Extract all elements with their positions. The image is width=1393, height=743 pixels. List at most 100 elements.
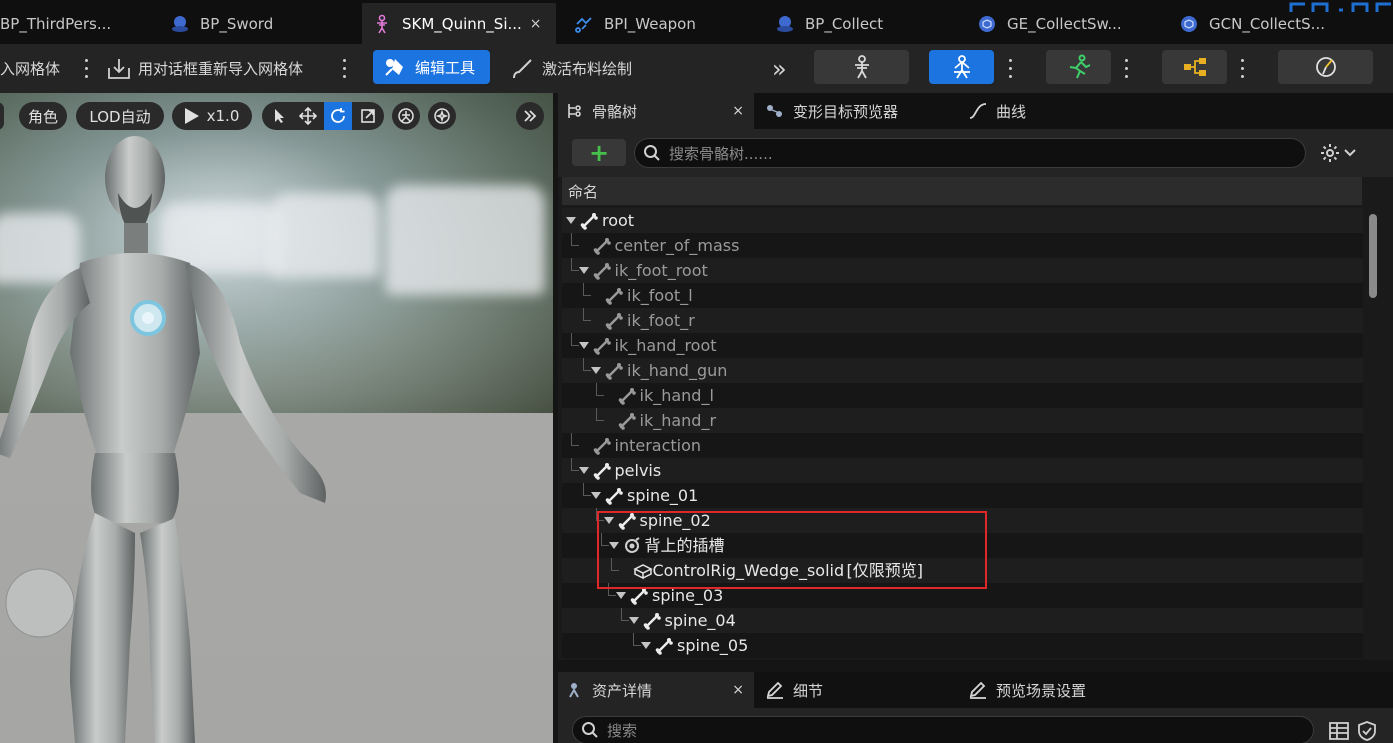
- tab-bpi-weapon[interactable]: BPI_Weapon: [564, 3, 764, 44]
- blueprint-mode-button[interactable]: [1162, 50, 1227, 84]
- tab-bp-collect[interactable]: BP_Collect: [765, 3, 965, 44]
- animation-mode-kebab-icon[interactable]: [1121, 56, 1131, 80]
- expand-arrow-icon[interactable]: [591, 492, 601, 499]
- table-row[interactable]: spine_01: [562, 483, 1363, 508]
- skeleton-panel-tabs: 骨骼树 × 变形目标预览器 曲线: [558, 93, 1393, 129]
- tab-morph-target-preview[interactable]: 变形目标预览器: [765, 93, 965, 129]
- physics-display-button[interactable]: [428, 102, 456, 130]
- tab-label: BP_ThirdPers...: [0, 14, 112, 33]
- animation-mode-button[interactable]: [1046, 50, 1111, 84]
- reimport-options-kebab-icon[interactable]: [339, 56, 349, 80]
- bone-name: spine_01: [627, 486, 699, 505]
- tree-scrollbar-thumb[interactable]: [1369, 214, 1377, 298]
- tab-asset-details-label: 资产详情: [592, 681, 653, 700]
- table-row[interactable]: root: [562, 208, 1363, 233]
- preview-viewport[interactable]: 角色 LOD自动 x1.0: [0, 93, 553, 743]
- skeleton-tree: root center_of_mass ik_foot_root ik_foot_l i…: [562, 208, 1363, 660]
- expand-arrow-icon[interactable]: [578, 342, 589, 349]
- bone-icon: [605, 362, 623, 380]
- table-row[interactable]: center_of_mass: [562, 233, 1363, 258]
- scale-tool-button[interactable]: [354, 102, 382, 130]
- edit-tools-button[interactable]: 编辑工具: [373, 50, 490, 84]
- table-row[interactable]: ik_hand_l: [562, 383, 1363, 408]
- tab-bp-sword[interactable]: BP_Sword: [160, 3, 356, 44]
- bone-name: pelvis: [614, 461, 662, 480]
- character-chip[interactable]: 角色: [19, 102, 67, 130]
- toolbar-overflow-button[interactable]: »: [772, 44, 787, 93]
- name-column-header[interactable]: 命名: [562, 177, 1362, 205]
- add-button[interactable]: +: [572, 139, 626, 166]
- mesh-mode-button[interactable]: [929, 50, 994, 84]
- expand-arrow-icon[interactable]: [641, 642, 651, 649]
- tab-details[interactable]: 细节: [765, 672, 965, 708]
- running-figure-icon: [1066, 54, 1092, 80]
- character-mannequin[interactable]: [0, 123, 400, 743]
- details-panel-tabs: 资产详情 × 细节 预览场景设置: [558, 672, 1393, 708]
- table-row[interactable]: pelvis: [562, 458, 1363, 483]
- rotate-tool-button[interactable]: [324, 102, 352, 130]
- table-view-icon[interactable]: [1328, 721, 1350, 741]
- bone-display-button[interactable]: [392, 102, 420, 130]
- table-row[interactable]: ik_foot_l: [562, 283, 1363, 308]
- viewport-expand-button[interactable]: [516, 102, 544, 130]
- blueprint-mode-kebab-icon[interactable]: [1237, 56, 1247, 80]
- tab-ge-collect[interactable]: GE_CollectSw...: [967, 3, 1165, 44]
- asset-toolbar: 入网格体 用对话框重新导入网格体 编辑工具 激活布料绘制 »: [0, 44, 1393, 93]
- table-row[interactable]: spine_05: [562, 633, 1363, 658]
- import-mesh-button[interactable]: 入网格体: [0, 44, 60, 93]
- skeleton-search-input[interactable]: 搜索骨骼树......: [634, 138, 1306, 168]
- tab-bp-thirdperson[interactable]: BP_ThirdPers...: [0, 3, 132, 44]
- background-car: [385, 185, 545, 295]
- expand-arrow-icon[interactable]: [616, 592, 626, 599]
- reimport-dialog-label: 用对话框重新导入网格体: [138, 60, 304, 78]
- bone-icon: [618, 412, 636, 430]
- filter-shield-icon[interactable]: [1356, 721, 1378, 741]
- asset-details-icon: [566, 681, 584, 699]
- viewport-options-button[interactable]: [0, 102, 4, 130]
- tab-skm-quinn[interactable]: SKM_Quinn_Si... ×: [362, 3, 556, 44]
- close-icon[interactable]: ×: [530, 16, 542, 32]
- lod-chip[interactable]: LOD自动: [76, 102, 164, 130]
- close-icon[interactable]: ×: [732, 103, 744, 119]
- skeleton-mode-button[interactable]: [814, 50, 909, 84]
- tab-label: GCN_CollectS...: [1209, 14, 1325, 33]
- table-row[interactable]: ik_hand_r: [562, 408, 1363, 433]
- bone-name: ik_hand_gun: [627, 361, 728, 380]
- bone-name: root: [602, 211, 635, 230]
- tab-skeleton-tree[interactable]: 骨骼树 ×: [558, 93, 754, 129]
- bone-icon: [593, 237, 611, 255]
- morph-target-icon: [765, 103, 785, 119]
- tab-preview-scene-settings[interactable]: 预览场景设置: [968, 672, 1168, 708]
- expand-arrow-icon[interactable]: [591, 367, 601, 374]
- expand-arrow-icon[interactable]: [578, 267, 589, 274]
- table-row[interactable]: ik_hand_root: [562, 333, 1363, 358]
- table-row[interactable]: ik_foot_r: [562, 308, 1363, 333]
- table-row[interactable]: ik_foot_root: [562, 258, 1363, 283]
- expand-arrow-icon[interactable]: [628, 617, 639, 624]
- tab-asset-details[interactable]: 资产详情 ×: [558, 672, 754, 708]
- import-options-kebab-icon[interactable]: [81, 56, 91, 80]
- tab-skeleton-tree-label: 骨骼树: [592, 102, 638, 121]
- reimport-dialog-button[interactable]: 用对话框重新导入网格体: [106, 44, 303, 93]
- table-row[interactable]: spine_04: [562, 608, 1363, 633]
- table-row[interactable]: ik_hand_gun: [562, 358, 1363, 383]
- play-speed-chip[interactable]: x1.0: [172, 102, 252, 130]
- activate-cloth-paint-button[interactable]: 激活布料绘制: [510, 44, 632, 93]
- tab-curves[interactable]: 曲线: [968, 93, 1088, 129]
- select-tool-button[interactable]: [265, 102, 293, 130]
- expand-arrow-icon[interactable]: [566, 217, 576, 224]
- character-chip-label: 角色: [27, 107, 58, 126]
- cursor-arrow-icon: [275, 109, 284, 123]
- mesh-mode-kebab-icon[interactable]: [1005, 56, 1015, 80]
- details-search-input[interactable]: 搜索: [572, 716, 1314, 743]
- settings-dropdown[interactable]: [1320, 141, 1364, 165]
- tree-guide-line: [570, 470, 579, 471]
- close-icon[interactable]: ×: [732, 682, 744, 698]
- physics-mode-button[interactable]: [1278, 50, 1373, 84]
- bone-name: ik_hand_r: [639, 411, 717, 430]
- tree-guide-line: [583, 295, 591, 296]
- expand-arrow-icon[interactable]: [578, 467, 589, 474]
- table-row[interactable]: interaction: [562, 433, 1363, 458]
- move-tool-button[interactable]: [294, 102, 322, 130]
- details-search-placeholder: 搜索: [607, 721, 638, 740]
